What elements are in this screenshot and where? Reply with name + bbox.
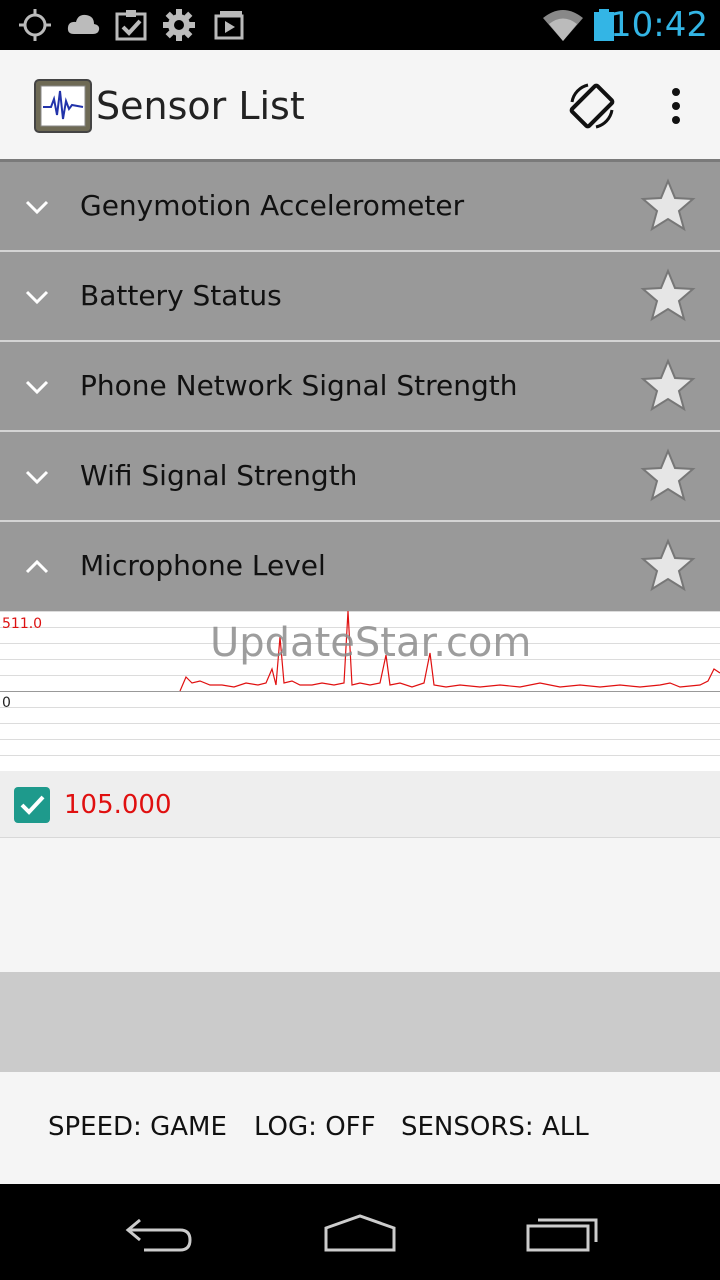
home-icon[interactable] [322,1210,398,1254]
star-icon[interactable] [640,178,696,234]
back-icon[interactable] [124,1210,196,1254]
star-icon[interactable] [640,268,696,324]
empty-area [0,838,720,972]
sensor-row-wifi-signal-strength[interactable]: Wifi Signal Strength [0,432,720,522]
overflow-menu-icon[interactable] [664,86,688,126]
chevron-down-icon [25,470,49,485]
chevron-up-icon [25,559,49,574]
media-play-icon [214,11,244,40]
reading-row: 105.000 [0,771,720,838]
action-bar: Sensor List [0,50,720,162]
chevron-down-icon [25,380,49,395]
settings-gear-icon [163,9,195,41]
watermark: UpdateStar.com [210,620,532,666]
sensor-row-genymotion-accelerometer[interactable]: Genymotion Accelerometer [0,162,720,252]
sensor-label: Microphone Level [80,549,326,582]
reading-value: 105.000 [64,790,172,820]
sensor-label: Wifi Signal Strength [80,459,358,492]
sensor-label: Battery Status [80,279,282,312]
screen-rotation-icon[interactable] [566,80,618,132]
sensor-label: Genymotion Accelerometer [80,189,465,222]
wifi-icon [543,10,583,41]
navigation-bar [0,1184,720,1280]
speed-status[interactable]: SPEED: GAME [48,1112,227,1142]
gray-band [0,972,720,1072]
sensor-row-battery-status[interactable]: Battery Status [0,252,720,342]
status-footer: SPEED: GAME LOG: OFF SENSORS: ALL [0,1072,720,1184]
chevron-down-icon [25,290,49,305]
sensor-row-microphone-level[interactable]: Microphone Level [0,522,720,611]
cloud-icon [67,14,100,34]
chevron-down-icon [25,200,49,215]
clock: 10:42 [610,5,708,45]
page-title: Sensor List [96,84,305,128]
sensors-status[interactable]: SENSORS: ALL [401,1112,589,1142]
star-icon[interactable] [640,448,696,504]
status-bar: 10:42 [0,0,720,50]
star-icon[interactable] [640,538,696,594]
gps-icon [19,9,51,41]
check-icon [20,795,45,815]
sensor-row-phone-network-signal-strength[interactable]: Phone Network Signal Strength [0,342,720,432]
clipboard-check-icon [115,10,147,41]
sensor-label: Phone Network Signal Strength [80,369,518,402]
app-logo-icon[interactable] [32,77,94,135]
star-icon[interactable] [640,358,696,414]
recent-apps-icon[interactable] [524,1210,600,1254]
reading-checkbox[interactable] [14,787,50,823]
log-status[interactable]: LOG: OFF [254,1112,376,1142]
